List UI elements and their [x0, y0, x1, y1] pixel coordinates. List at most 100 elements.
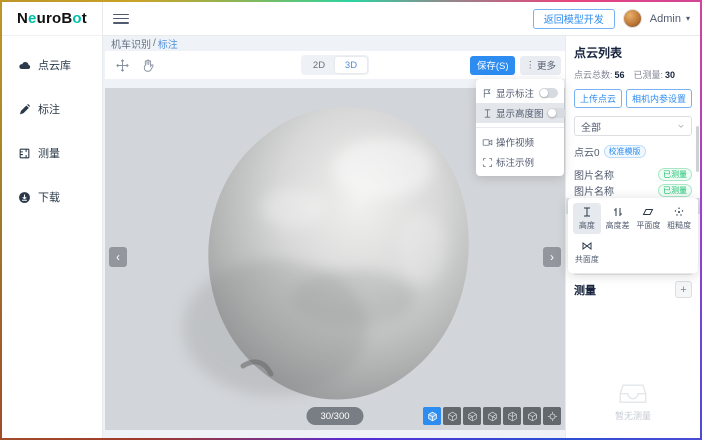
breadcrumb-section[interactable]: 机车识别 [111, 36, 151, 51]
measure-section-header: 测量 + [574, 281, 692, 298]
cube-icon [467, 411, 478, 422]
ruler-icon [18, 147, 31, 160]
chevron-down-icon: ▾ [686, 14, 690, 23]
sidebar: NeuroBot 点云库 标注 测量 下载 [2, 2, 103, 438]
image-list-item[interactable]: 图片名称 已测量 [574, 166, 692, 182]
menu-item-label: 标注示例 [496, 155, 558, 169]
logo-text: uro [37, 10, 62, 27]
cube-icon [527, 411, 538, 422]
app-logo: NeuroBot [2, 2, 102, 36]
cube-icon [487, 411, 498, 422]
view-back-button[interactable] [463, 407, 481, 425]
save-button[interactable]: 保存(S) [470, 56, 516, 75]
panel-divider [574, 274, 692, 275]
more-dropdown-menu: 显示标注 显示高度图 操作视频 标注示例 [476, 79, 564, 176]
panel-stats: 点云总数:56 已测量:30 [574, 68, 692, 81]
view-top-button[interactable] [523, 407, 541, 425]
tool-label: 平面度 [636, 220, 660, 231]
move-tool-icon[interactable] [115, 58, 130, 73]
show-annotations-toggle[interactable] [539, 88, 558, 98]
sidebar-item-measure[interactable]: 测量 [2, 138, 102, 168]
mode-2d-button[interactable]: 2D [303, 57, 335, 73]
view-left-button[interactable] [483, 407, 501, 425]
sidebar-item-download[interactable]: 下载 [2, 182, 102, 212]
height-ibeam-icon [482, 108, 493, 119]
logo-accent-o: o [72, 10, 81, 27]
reset-view-button[interactable] [543, 407, 561, 425]
upload-pointcloud-button[interactable]: 上传点云 [574, 89, 622, 108]
view-orientation-buttons [423, 407, 561, 425]
stat-measured-label: 已测量: [634, 70, 664, 80]
pagination-badge: 30/300 [306, 407, 363, 425]
more-button[interactable]: ⋮更多 [520, 56, 561, 75]
transform-tools [105, 58, 155, 73]
menu-item-show-annotations[interactable]: 显示标注 [476, 83, 564, 103]
top-bar: 返回模型开发 Admin▾ [103, 2, 700, 36]
sidebar-item-pointcloud-library[interactable]: 点云库 [2, 50, 102, 80]
menu-item-label: 显示高度图 [496, 106, 544, 120]
menu-item-label: 显示标注 [496, 86, 536, 100]
back-to-model-dev-button[interactable]: 返回模型开发 [533, 9, 615, 29]
logo-accent-e: e [28, 10, 37, 27]
next-image-button[interactable]: › [543, 247, 561, 267]
pen-icon [18, 103, 31, 116]
view-right-button[interactable] [503, 407, 521, 425]
breadcrumb-current: 标注 [158, 36, 178, 51]
tool-flatness[interactable]: 平面度 [635, 203, 663, 234]
tool-coplanarity[interactable]: 共面度 [573, 237, 601, 268]
app-window: NeuroBot 点云库 标注 测量 下载 返回模型开发 Admin▾ 机车识别… [0, 0, 702, 440]
tool-height[interactable]: 高度 [573, 203, 601, 234]
template-badge: 校准模版 [604, 145, 646, 158]
collapse-sidebar-icon[interactable] [113, 12, 129, 26]
camera-params-button[interactable]: 相机内参设置 [626, 89, 692, 108]
logo-text: N [17, 10, 28, 27]
user-menu[interactable]: Admin▾ [650, 13, 690, 25]
breadcrumb-separator: / [153, 38, 156, 49]
tool-height-difference[interactable]: 高度差 [604, 203, 632, 234]
hand-tool-icon[interactable] [140, 58, 155, 73]
sidebar-item-label: 测量 [38, 145, 60, 161]
panel-title: 点云列表 [574, 44, 692, 61]
pointcloud-name: 点云0 [574, 144, 600, 159]
menu-item-annotation-example[interactable]: 标注示例 [476, 152, 564, 172]
download-icon [18, 191, 31, 204]
parallelogram-icon [642, 206, 654, 218]
logo-text: t [82, 10, 87, 27]
view-front-button[interactable] [443, 407, 461, 425]
empty-text: 暂无测量 [615, 409, 651, 422]
tooth-3d-model [171, 96, 497, 418]
roughness-dots-icon [673, 206, 685, 218]
example-frame-icon [482, 157, 493, 168]
tool-roughness[interactable]: 粗糙度 [665, 203, 693, 234]
crosshair-icon [547, 411, 558, 422]
add-measure-button[interactable]: + [675, 281, 692, 298]
measured-badge: 已测量 [658, 168, 692, 181]
menu-item-show-heightmap[interactable]: 显示高度图 [476, 103, 564, 123]
video-icon [482, 137, 493, 148]
pointcloud-group-row[interactable]: 点云0 校准模版 [574, 144, 692, 159]
stat-measured: 已测量:30 [634, 68, 676, 81]
toolbar-actions: 保存(S) ⋮更多 [470, 56, 565, 75]
logo-text: B [61, 10, 72, 27]
user-avatar[interactable] [623, 9, 642, 28]
height-ibeam-icon [581, 206, 593, 218]
image-list-item[interactable]: 图片名称 已测量 [574, 182, 692, 198]
filter-selected-value: 全部 [581, 119, 601, 134]
stat-total-value: 56 [615, 70, 625, 80]
panel-actions: 上传点云 相机内参设置 [574, 89, 692, 108]
more-dots-icon: ⋮ [525, 60, 535, 71]
list-scrollbar[interactable] [696, 126, 699, 172]
image-name: 图片名称 [574, 183, 658, 198]
mode-3d-button[interactable]: 3D [335, 57, 367, 73]
cube-icon [507, 411, 518, 422]
sidebar-item-annotate[interactable]: 标注 [2, 94, 102, 124]
flag-icon [482, 88, 493, 99]
show-heightmap-toggle[interactable] [547, 108, 566, 118]
prev-image-button[interactable]: ‹ [109, 247, 127, 267]
cube-icon [427, 411, 438, 422]
menu-item-tutorial-video[interactable]: 操作视频 [476, 132, 564, 152]
sidebar-item-label: 下载 [38, 189, 60, 205]
view-isometric-button[interactable] [423, 407, 441, 425]
cube-icon [447, 411, 458, 422]
filter-select[interactable]: 全部 [574, 116, 692, 136]
